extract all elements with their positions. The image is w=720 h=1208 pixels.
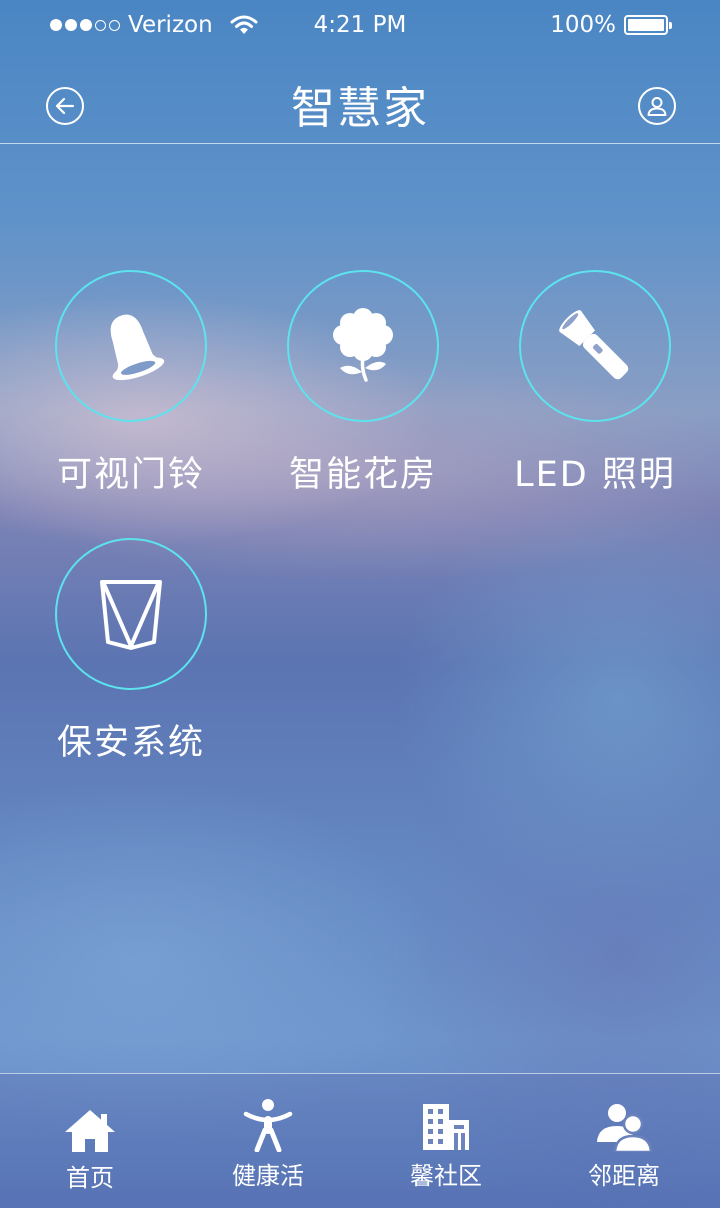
feature-led-lighting[interactable]: LED 照明 xyxy=(479,270,711,497)
tab-label: 邻距离 xyxy=(588,1162,660,1190)
greenhouse-button[interactable] xyxy=(287,270,439,422)
feature-smart-greenhouse[interactable]: 智能花房 xyxy=(247,270,479,497)
bell-icon xyxy=(110,314,165,381)
feature-label: 保安系统 xyxy=(56,723,205,763)
page-title: 智慧家 xyxy=(291,83,429,134)
status-bar: Verizon 4:21 PM 100% xyxy=(0,0,720,54)
feature-security-system[interactable]: 保安系统 xyxy=(15,538,247,765)
feature-label: LED 照明 xyxy=(514,455,676,495)
tab-health[interactable]: 健康活 xyxy=(198,1099,338,1191)
profile-button[interactable] xyxy=(638,87,676,125)
doorbell-button[interactable] xyxy=(55,270,207,422)
led-lighting-button[interactable] xyxy=(519,270,671,422)
person-icon xyxy=(198,1099,338,1152)
tab-home[interactable]: 首页 xyxy=(20,1102,160,1193)
feature-label: 可视门铃 xyxy=(56,455,205,495)
battery-status: 100% xyxy=(550,12,672,38)
tab-neighbors[interactable]: 邻距离 xyxy=(554,1100,694,1191)
tab-bar: 首页 健康活 馨社区 邻距离 xyxy=(0,1073,720,1208)
building-icon xyxy=(376,1100,516,1152)
security-system-button[interactable] xyxy=(55,538,207,690)
users-icon xyxy=(554,1100,694,1152)
feature-label: 智能花房 xyxy=(288,455,437,495)
navigation-bar: 智慧家 xyxy=(0,54,720,144)
tab-label: 馨社区 xyxy=(410,1162,482,1190)
flashlight-icon xyxy=(559,310,629,380)
shield-v-icon xyxy=(100,580,162,650)
tab-community[interactable]: 馨社区 xyxy=(376,1100,516,1191)
user-icon xyxy=(647,97,667,116)
battery-fill xyxy=(628,19,664,31)
feature-doorbell[interactable]: 可视门铃 xyxy=(15,270,247,497)
battery-percent: 100% xyxy=(550,12,616,38)
flower-icon xyxy=(333,308,393,382)
home-icon xyxy=(20,1102,160,1154)
tab-label: 首页 xyxy=(66,1164,114,1192)
battery-icon xyxy=(624,15,672,35)
tab-label: 健康活 xyxy=(232,1162,304,1190)
